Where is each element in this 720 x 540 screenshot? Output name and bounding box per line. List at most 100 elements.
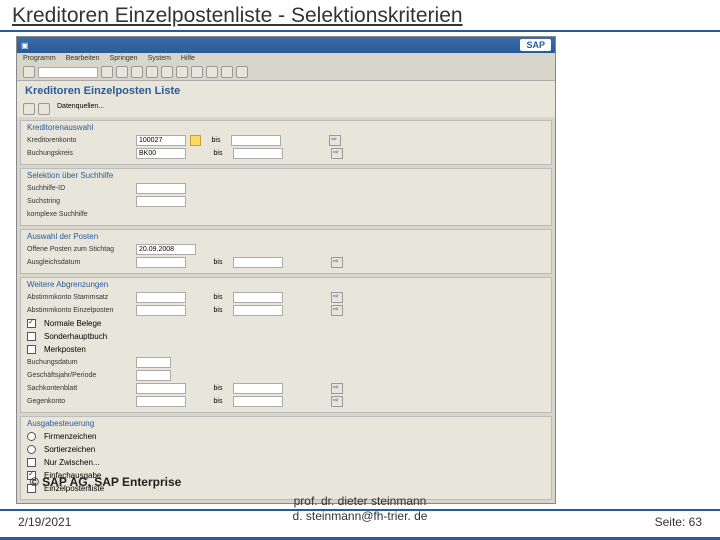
next-button[interactable] bbox=[206, 66, 218, 78]
radio-firmenzeichen[interactable] bbox=[27, 432, 36, 441]
sap-std-toolbar bbox=[17, 64, 555, 81]
input-ausgleich-to[interactable] bbox=[233, 257, 283, 268]
multi-select-icon[interactable] bbox=[329, 135, 341, 146]
lbl-sachk: Sachkontenblatt bbox=[27, 385, 132, 392]
menu-programm[interactable]: Programm bbox=[23, 55, 56, 62]
multi-select-icon[interactable] bbox=[331, 292, 343, 303]
menu-springen[interactable]: Springen bbox=[110, 55, 138, 62]
cancel-button[interactable] bbox=[131, 66, 143, 78]
group-postenauswahl: Auswahl der Posten Offene Posten zum Sti… bbox=[20, 229, 552, 274]
group-title: Weitere Abgrenzungen bbox=[27, 280, 545, 289]
checkbox-nurzwischen[interactable] bbox=[27, 458, 36, 467]
back-button[interactable] bbox=[23, 66, 35, 78]
lbl-komplexe-suchhilfe: komplexe Suchhilfe bbox=[27, 211, 132, 218]
screen-title: Kreditoren Einzelposten Liste bbox=[17, 81, 555, 101]
command-field[interactable] bbox=[38, 67, 98, 78]
lbl-gjahr: Geschäftsjahr/Periode bbox=[27, 372, 132, 379]
input-stichtag[interactable]: 20.09.2008 bbox=[136, 244, 196, 255]
menu-bearbeiten[interactable]: Bearbeiten bbox=[66, 55, 100, 62]
input-gegen-to[interactable] bbox=[233, 396, 283, 407]
input-suchstring[interactable] bbox=[136, 196, 186, 207]
bis-label: bis bbox=[207, 294, 229, 301]
multi-select-icon[interactable] bbox=[331, 148, 343, 159]
lbl-abstimm-ep: Abstimmkonto Einzelposten bbox=[27, 307, 132, 314]
f4-help-icon[interactable] bbox=[190, 135, 201, 146]
footer-author: prof. dr. dieter steinmann bbox=[293, 494, 428, 508]
input-abstimm-stamm-to[interactable] bbox=[233, 292, 283, 303]
group-title: Ausgabesteuerung bbox=[27, 419, 545, 428]
execute-button[interactable] bbox=[23, 103, 35, 115]
prev-button[interactable] bbox=[191, 66, 203, 78]
bis-label: bis bbox=[207, 385, 229, 392]
group-title: Auswahl der Posten bbox=[27, 232, 545, 241]
input-buchungskreis-from[interactable]: BK00 bbox=[136, 148, 186, 159]
info-button[interactable] bbox=[38, 103, 50, 115]
lbl-normale-belege: Normale Belege bbox=[44, 319, 101, 328]
group-title: Kreditorenauswahl bbox=[27, 123, 545, 132]
lbl-suchstring: Suchstring bbox=[27, 198, 132, 205]
lbl-gegenkonto: Gegenkonto bbox=[27, 398, 132, 405]
lbl-kreditorenkonto: Kreditorenkonto bbox=[27, 137, 132, 144]
lbl-firmenzeichen: Firmenzeichen bbox=[44, 432, 96, 441]
input-abstimm-ep[interactable] bbox=[136, 305, 186, 316]
last-button[interactable] bbox=[221, 66, 233, 78]
input-abstimm-ep-to[interactable] bbox=[233, 305, 283, 316]
bis-label: bis bbox=[207, 307, 229, 314]
sap-window: ▣ SAP Programm Bearbeiten Springen Syste… bbox=[16, 36, 556, 504]
input-abstimm-stamm[interactable] bbox=[136, 292, 186, 303]
lbl-sonderhb: Sonderhauptbuch bbox=[44, 332, 107, 341]
bis-label: bis bbox=[207, 150, 229, 157]
multi-select-icon[interactable] bbox=[331, 383, 343, 394]
find-button[interactable] bbox=[161, 66, 173, 78]
footer-email: d. steinmann@fh-trier. de bbox=[293, 509, 428, 523]
lbl-abstimm-stamm: Abstimmkonto Stammsatz bbox=[27, 294, 132, 301]
slide-title: Kreditoren Einzelpostenliste - Selektion… bbox=[0, 0, 720, 32]
help-button[interactable] bbox=[236, 66, 248, 78]
input-kreditorenkonto-to[interactable] bbox=[231, 135, 281, 146]
input-suchhilfe-id[interactable] bbox=[136, 183, 186, 194]
bis-label: bis bbox=[205, 137, 227, 144]
input-ausgleich-from[interactable] bbox=[136, 257, 186, 268]
bis-label: bis bbox=[207, 398, 229, 405]
save-button[interactable] bbox=[101, 66, 113, 78]
checkbox-normale-belege[interactable] bbox=[27, 319, 36, 328]
input-buchungskreis-to[interactable] bbox=[233, 148, 283, 159]
sap-logo: SAP bbox=[520, 39, 551, 51]
copyright-text: © SAP AG, SAP Enterprise bbox=[30, 475, 181, 489]
lbl-sortierzeichen: Sortierzeichen bbox=[44, 445, 95, 454]
sap-titlebar: ▣ SAP bbox=[17, 37, 555, 53]
checkbox-sonderhb[interactable] bbox=[27, 332, 36, 341]
input-sachk-to[interactable] bbox=[233, 383, 283, 394]
footer-date: 2/19/2021 bbox=[18, 515, 71, 529]
bis-label: bis bbox=[207, 259, 229, 266]
lbl-suchhilfe-id: Suchhilfe-ID bbox=[27, 185, 132, 192]
menu-system[interactable]: System bbox=[148, 55, 171, 62]
group-suchhilfe: Selektion über Suchhilfe Suchhilfe-ID Su… bbox=[20, 168, 552, 226]
multi-select-icon[interactable] bbox=[331, 396, 343, 407]
checkbox-merkposten[interactable] bbox=[27, 345, 36, 354]
radio-sortierzeichen[interactable] bbox=[27, 445, 36, 454]
lbl-nurzwischen: Nur Zwischen... bbox=[44, 458, 100, 467]
lbl-buchungskreis: Buchungskreis bbox=[27, 150, 132, 157]
lbl-ausgleichsdatum: Ausgleichsdatum bbox=[27, 259, 132, 266]
multi-select-icon[interactable] bbox=[331, 257, 343, 268]
group-weitere-abgrenzungen: Weitere Abgrenzungen Abstimmkonto Stamms… bbox=[20, 277, 552, 413]
input-kreditorenkonto-from[interactable]: 100027 bbox=[136, 135, 186, 146]
footer: 2/19/2021 prof. dr. dieter steinmann d. … bbox=[0, 509, 720, 529]
datenquellen-button[interactable]: Datenquellen... bbox=[57, 103, 104, 115]
group-kreditorenauswahl: Kreditorenauswahl Kreditorenkonto 100027… bbox=[20, 120, 552, 165]
input-gjahr[interactable] bbox=[136, 370, 171, 381]
footer-page: Seite: 63 bbox=[655, 515, 702, 529]
first-button[interactable] bbox=[176, 66, 188, 78]
exit-button[interactable] bbox=[116, 66, 128, 78]
input-buchdat[interactable] bbox=[136, 357, 171, 368]
multi-select-icon[interactable] bbox=[331, 305, 343, 316]
input-gegen[interactable] bbox=[136, 396, 186, 407]
sap-menubar[interactable]: Programm Bearbeiten Springen System Hilf… bbox=[17, 53, 555, 64]
print-button[interactable] bbox=[146, 66, 158, 78]
window-icon: ▣ bbox=[21, 41, 29, 50]
menu-hilfe[interactable]: Hilfe bbox=[181, 55, 195, 62]
group-title: Selektion über Suchhilfe bbox=[27, 171, 545, 180]
input-sachk[interactable] bbox=[136, 383, 186, 394]
lbl-merkposten: Merkposten bbox=[44, 345, 86, 354]
